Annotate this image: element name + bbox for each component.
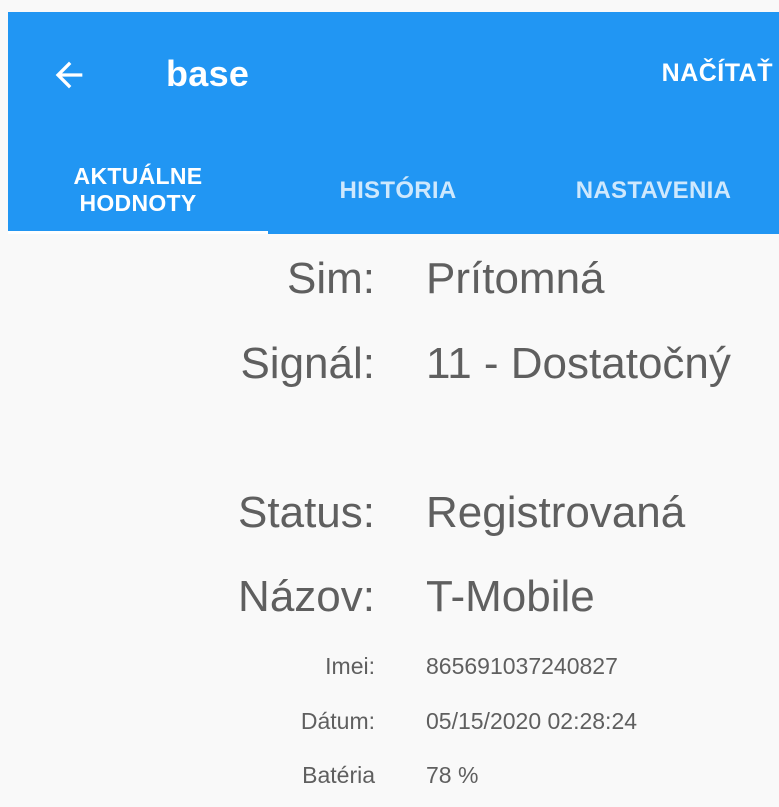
imei-value: 865691037240827 [426, 653, 618, 679]
battery-value: 78 % [426, 762, 479, 788]
operator-name-label: Názov: [238, 572, 375, 621]
tab-current-values-label: AKTUÁLNE HODNOTY [74, 163, 203, 217]
tab-history-label: HISTÓRIA [339, 176, 457, 204]
app-screen: base NAČÍTAŤ AKTUÁLNE HODNOTY HISTÓRIA N… [0, 0, 779, 807]
tab-settings-label: NASTAVENIA [575, 176, 732, 204]
tab-settings[interactable]: NASTAVENIA [528, 146, 779, 234]
app-title: base [166, 53, 250, 94]
tab-history[interactable]: HISTÓRIA [268, 146, 528, 234]
date-value: 05/15/2020 02:28:24 [426, 708, 638, 734]
battery-label: Batéria [302, 762, 375, 788]
status-label: Status: [238, 488, 375, 537]
arrow-left-icon [55, 61, 83, 89]
status-value: Registrovaná [426, 488, 686, 537]
signal-label: Signál: [240, 339, 375, 388]
app-bar: base NAČÍTAŤ AKTUÁLNE HODNOTY HISTÓRIA N… [8, 12, 779, 234]
tab-label-line1: AKTUÁLNE [73, 163, 203, 189]
sim-label: Sim: [287, 254, 375, 303]
operator-name-value: T-Mobile [426, 572, 595, 621]
load-button[interactable]: NAČÍTAŤ [662, 56, 773, 90]
back-button[interactable] [42, 48, 96, 102]
signal-value: 11 - Dostatočný [426, 339, 731, 388]
sim-value: Prítomná [426, 254, 605, 303]
date-label: Dátum: [300, 708, 375, 734]
tab-current-values[interactable]: AKTUÁLNE HODNOTY [8, 146, 268, 234]
active-tab-indicator [8, 231, 268, 234]
tab-label-line2: HODNOTY [79, 190, 197, 216]
imei-label: Imei: [325, 653, 375, 679]
